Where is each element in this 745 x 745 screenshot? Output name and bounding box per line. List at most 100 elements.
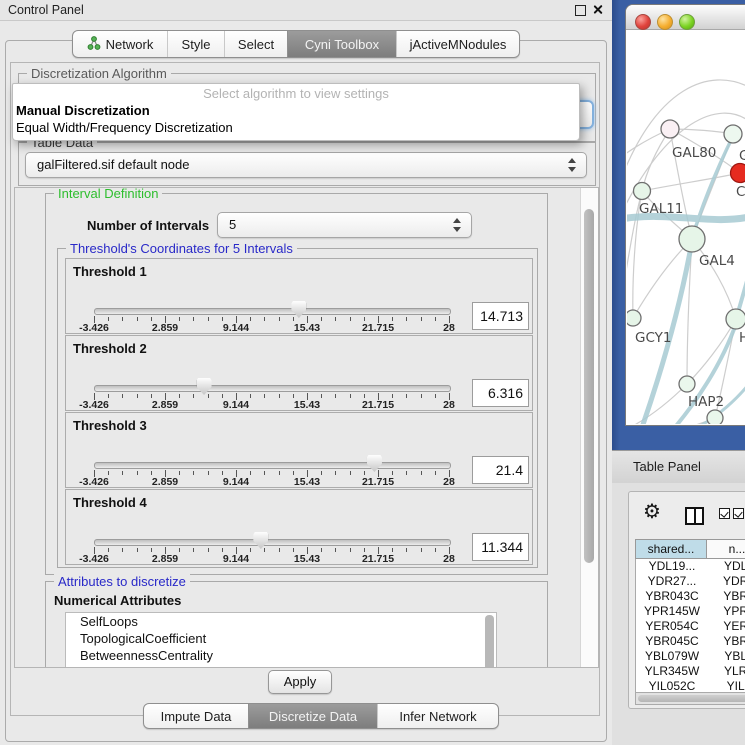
slider-track[interactable]: [94, 462, 451, 469]
attribute-list-item[interactable]: BetweennessCentrality: [66, 647, 496, 664]
stepper-icon[interactable]: [453, 218, 462, 232]
tab-jactivemnodules[interactable]: jActiveMNodules: [396, 31, 519, 57]
settings-scrollbar[interactable]: [580, 188, 598, 667]
mac-close-button[interactable]: [635, 14, 651, 30]
table-row[interactable]: YBL079WYBL0: [636, 649, 745, 664]
slider-tick: [137, 394, 138, 398]
table-hscrollbar[interactable]: [635, 692, 745, 705]
node-right[interactable]: [726, 309, 745, 329]
table-cell[interactable]: YLR3: [708, 664, 745, 679]
numerical-attributes-list[interactable]: SelfLoopsTopologicalCoefficientBetweenne…: [65, 612, 497, 668]
dropdown-option-equal-width[interactable]: Equal Width/Frequency Discretization: [13, 119, 579, 136]
tick-label: -3.426: [79, 553, 109, 565]
table-cell[interactable]: YER0: [708, 619, 745, 634]
slider-track[interactable]: [94, 539, 451, 546]
tab-select[interactable]: Select: [224, 31, 287, 57]
threshold-value-field[interactable]: 21.4: [472, 456, 529, 484]
table-cell[interactable]: YBL079W: [636, 649, 708, 664]
node-bottom[interactable]: [707, 410, 723, 424]
network-window-titlebar[interactable]: [626, 5, 745, 30]
slider-thumb[interactable]: [367, 455, 382, 472]
slider-thumb[interactable]: [253, 532, 268, 549]
table-cell[interactable]: YDR2: [708, 574, 745, 589]
number-of-intervals-combo[interactable]: 5: [217, 212, 472, 238]
tab-network[interactable]: Network: [73, 31, 167, 57]
tab-cyni-toolbox[interactable]: Cyni Toolbox: [287, 31, 396, 57]
node-gcy1[interactable]: [627, 310, 641, 326]
table-row[interactable]: YPR145WYPR1: [636, 604, 745, 619]
thresholds-group: Threshold's Coordinates for 5 Intervals …: [57, 248, 538, 568]
node-label-gal11: GAL11: [639, 201, 683, 217]
table-row[interactable]: YBR043CYBR0: [636, 589, 745, 604]
tab-infer-network[interactable]: Infer Network: [377, 704, 498, 728]
slider-tick: [108, 548, 109, 552]
network-graph: GAL80 G C GAL11 GAL4 GCY1 H HAP2: [627, 29, 745, 424]
table-cell[interactable]: YBR0: [708, 589, 745, 604]
float-window-icon[interactable]: [575, 5, 586, 16]
slider-tick: [264, 317, 265, 321]
gear-icon[interactable]: ⚙: [643, 502, 661, 522]
table-row[interactable]: YDL19...YDL1: [636, 559, 745, 574]
table-cell[interactable]: YBR043C: [636, 589, 708, 604]
slider-track[interactable]: [94, 308, 451, 315]
node-gal11[interactable]: [634, 183, 651, 200]
slider-track[interactable]: [94, 385, 451, 392]
node-red-selected[interactable]: [731, 164, 745, 183]
table-cell[interactable]: YDL19...: [636, 559, 708, 574]
tab-impute-data[interactable]: Impute Data: [144, 704, 248, 728]
table-cell[interactable]: YPR1: [708, 604, 745, 619]
tick-label: 21.715: [362, 322, 394, 334]
network-view-window[interactable]: GAL80 G C GAL11 GAL4 GCY1 H HAP2: [625, 4, 745, 426]
dropdown-option-manual[interactable]: Manual Discretization: [13, 102, 579, 119]
slider-tick: [179, 317, 180, 321]
mac-minimize-button[interactable]: [657, 14, 673, 30]
table-cell[interactable]: YBR0: [708, 634, 745, 649]
node-hap2[interactable]: [679, 376, 695, 392]
columns-icon[interactable]: [685, 507, 704, 525]
tab-discretize-data[interactable]: Discretize Data: [248, 704, 377, 728]
tick-label: 21.715: [362, 476, 394, 488]
table-cell[interactable]: YBR045C: [636, 634, 708, 649]
slider-tick: [435, 394, 436, 398]
threshold-value-field[interactable]: 14.713: [472, 302, 529, 330]
tab-style[interactable]: Style: [167, 31, 224, 57]
threshold-value-field[interactable]: 6.316: [472, 379, 529, 407]
table-row[interactable]: YER054CYER0: [636, 619, 745, 634]
attribute-list-item[interactable]: TopologicalCoefficient: [66, 630, 496, 647]
node-gal80[interactable]: [661, 120, 679, 138]
dropdown-hint: Select algorithm to view settings: [13, 84, 579, 102]
slider-thumb[interactable]: [197, 378, 212, 395]
slider-tick: [421, 471, 422, 475]
attribute-list-item[interactable]: SelfLoops: [66, 613, 496, 630]
slider-tick: [293, 471, 294, 475]
node-gal4[interactable]: [679, 226, 705, 252]
table-cell[interactable]: YDR27...: [636, 574, 708, 589]
threshold-value-field[interactable]: 11.344: [472, 533, 529, 561]
stepper-icon[interactable]: [568, 158, 577, 172]
slider-tick: [350, 317, 351, 321]
scrollbar-thumb[interactable]: [638, 695, 745, 702]
checkbox-checked-icon[interactable]: [719, 508, 730, 519]
checkbox-checked-icon[interactable]: [733, 508, 744, 519]
list-scrollbar[interactable]: [485, 615, 494, 668]
scrollbar-thumb[interactable]: [584, 209, 594, 563]
column-header-name[interactable]: n...: [707, 539, 745, 559]
network-canvas[interactable]: GAL80 G C GAL11 GAL4 GCY1 H HAP2: [627, 29, 745, 424]
node-top-right[interactable]: [724, 125, 742, 143]
table-cell[interactable]: YLR345W: [636, 664, 708, 679]
table-row[interactable]: YBR045CYBR0: [636, 634, 745, 649]
column-header-shared-name[interactable]: shared...: [635, 539, 707, 559]
slider-tick: [122, 548, 123, 552]
table-cell[interactable]: YDL1: [708, 559, 745, 574]
table-row[interactable]: YDR27...YDR2: [636, 574, 745, 589]
table-row[interactable]: YLR345WYLR3: [636, 664, 745, 679]
slider-thumb[interactable]: [291, 301, 306, 318]
table-cell[interactable]: YER054C: [636, 619, 708, 634]
close-icon[interactable]: [592, 4, 603, 15]
table-cell[interactable]: YBL0: [708, 649, 745, 664]
group-title: Threshold's Coordinates for 5 Intervals: [66, 241, 297, 256]
apply-button[interactable]: Apply: [268, 670, 332, 694]
table-data-combo[interactable]: galFiltered.sif default node: [25, 152, 587, 178]
mac-zoom-button[interactable]: [679, 14, 695, 30]
table-cell[interactable]: YPR145W: [636, 604, 708, 619]
